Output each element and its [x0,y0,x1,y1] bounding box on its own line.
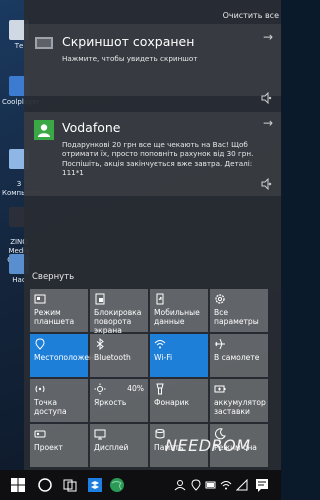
tile-label: Проект [34,443,63,452]
tile-label: В самолете [214,353,260,362]
windows-start-icon[interactable] [10,477,26,493]
tile-label: аккумулятор заставки [214,398,266,417]
mute-notification-icon[interactable] [260,92,272,104]
bluetooth-tile[interactable]: Bluetooth [90,334,148,377]
rotation-lock-icon [95,293,105,305]
wifi-icon[interactable] [220,479,232,491]
notification-body: Нажмите, чтобы увидеть скриншот [62,54,198,63]
signal-icon[interactable] [236,479,248,491]
people-icon[interactable] [174,479,186,491]
tile-label: Все параметры [214,308,259,327]
mobile-data-icon [156,293,164,305]
project-tile[interactable]: Проект [30,424,88,467]
location-icon [35,338,45,350]
battery-saver-icon [214,385,226,393]
display-icon [94,429,106,440]
flashlight-icon [156,383,164,395]
tablet-mode-icon [34,294,46,304]
airplane-tile[interactable]: В самолете [210,334,268,377]
location-icon[interactable] [190,479,202,491]
cortana-icon[interactable] [37,477,53,493]
hotspot-tile[interactable]: Точка доступа [30,379,88,422]
flashlight-tile[interactable]: Фонарик [150,379,208,422]
rotation-lock-tile[interactable]: Блокировка поворота экрана [90,289,148,335]
wifi-tile[interactable]: Wi-Fi [150,334,208,377]
tile-label: Блокировка поворота экрана [94,308,142,336]
action-center-icon[interactable] [254,477,270,493]
wifi-icon [154,340,166,349]
tablet-mode-tile[interactable]: Режим планшета [30,289,88,332]
gear-icon [215,294,225,304]
brightness-tile[interactable]: 40% Яркость [90,379,148,422]
battery-saver-tile[interactable]: аккумулятор заставки [210,379,268,422]
watermark-text: NEEDROM [165,436,251,455]
notification-body: Подарункові 20 грн все ще чекають на Вас… [62,140,254,177]
tile-label: Wi-Fi [154,353,173,362]
screenshot-icon [35,37,53,49]
mobile-data-tile[interactable]: Мобильные данные [150,289,208,332]
tile-label: Яркость [94,398,127,407]
tile-label: Режим планшета [34,308,75,327]
arrow-right-icon[interactable]: → [263,116,273,130]
dropbox-icon[interactable] [87,477,103,493]
notification-vodafone[interactable]: Vodafone Подарункові 20 грн все ще чекаю… [24,112,281,196]
globe-icon[interactable] [109,477,125,493]
hotspot-icon [35,385,45,393]
action-center: Очистить все Скриншот сохранен Нажмите, … [24,0,281,470]
collapse-button[interactable]: Свернуть [32,272,74,282]
location-tile[interactable]: Местоположение [30,334,104,377]
brightness-value: 40% [127,384,144,393]
notification-screenshot[interactable]: Скриншот сохранен Нажмите, чтобы увидеть… [24,24,281,104]
mute-notification-icon[interactable] [260,178,272,190]
tile-label: Местоположение [34,353,104,362]
taskbar [0,470,281,500]
project-icon [34,430,46,438]
all-settings-tile[interactable]: Все параметры [210,289,268,332]
airplane-icon [215,338,225,350]
arrow-right-icon[interactable]: → [263,30,273,44]
tile-label: Точка доступа [34,398,67,417]
task-view-icon[interactable] [62,477,78,493]
display-tile[interactable]: Дисплей [90,424,148,467]
battery-icon[interactable] [205,479,217,491]
tile-label: Мобильные данные [154,308,200,327]
tile-label: Фонарик [154,398,190,407]
notification-title: Скриншот сохранен [62,34,195,49]
tile-label: Bluetooth [94,353,131,362]
brightness-icon [94,383,106,395]
desktop-icon-label: Те [14,42,24,50]
bluetooth-icon [96,338,104,350]
notification-title: Vodafone [62,120,121,135]
tile-label: Дисплей [94,443,129,452]
clear-all-button[interactable]: Очистить все [223,11,279,20]
person-icon [34,120,54,140]
